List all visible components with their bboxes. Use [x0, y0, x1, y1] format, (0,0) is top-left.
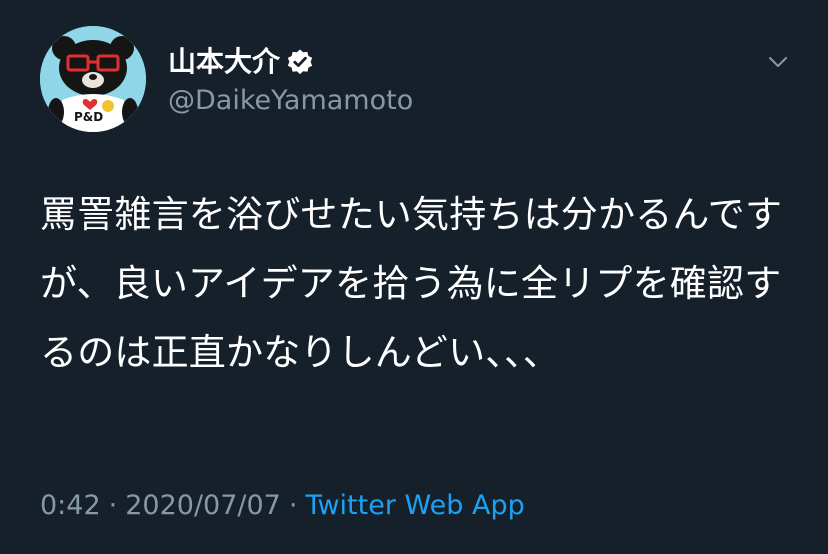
chevron-down-icon — [769, 57, 787, 67]
meta-separator: · — [108, 490, 118, 521]
tweet-time[interactable]: 0:42 — [40, 490, 101, 521]
tweet-meta: 0:42 · 2020/07/07 · Twitter Web App — [40, 488, 525, 524]
author-display-name[interactable]: 山本大介 — [168, 44, 280, 80]
tweet-source-link[interactable]: Twitter Web App — [305, 490, 524, 521]
tweet-card: P&D 山本大介 @DaikeYamamoto 罵詈雑言を浴びせたい気持ちは分か… — [0, 0, 828, 554]
verified-badge-icon — [286, 48, 314, 76]
meta-separator: · — [288, 490, 298, 521]
author-handle[interactable]: @DaikeYamamoto — [168, 84, 413, 118]
author-avatar[interactable]: P&D — [40, 26, 146, 132]
tweet-date[interactable]: 2020/07/07 — [125, 490, 281, 521]
author-name-row: 山本大介 — [168, 44, 314, 80]
avatar-shirt-text: P&D — [74, 110, 104, 124]
tweet-menu-button[interactable] — [760, 44, 796, 80]
tweet-text: 罵詈雑言を浴びせたい気持ちは分かるんですが、良いアイデアを拾う為に全リプを確認す… — [40, 193, 783, 374]
